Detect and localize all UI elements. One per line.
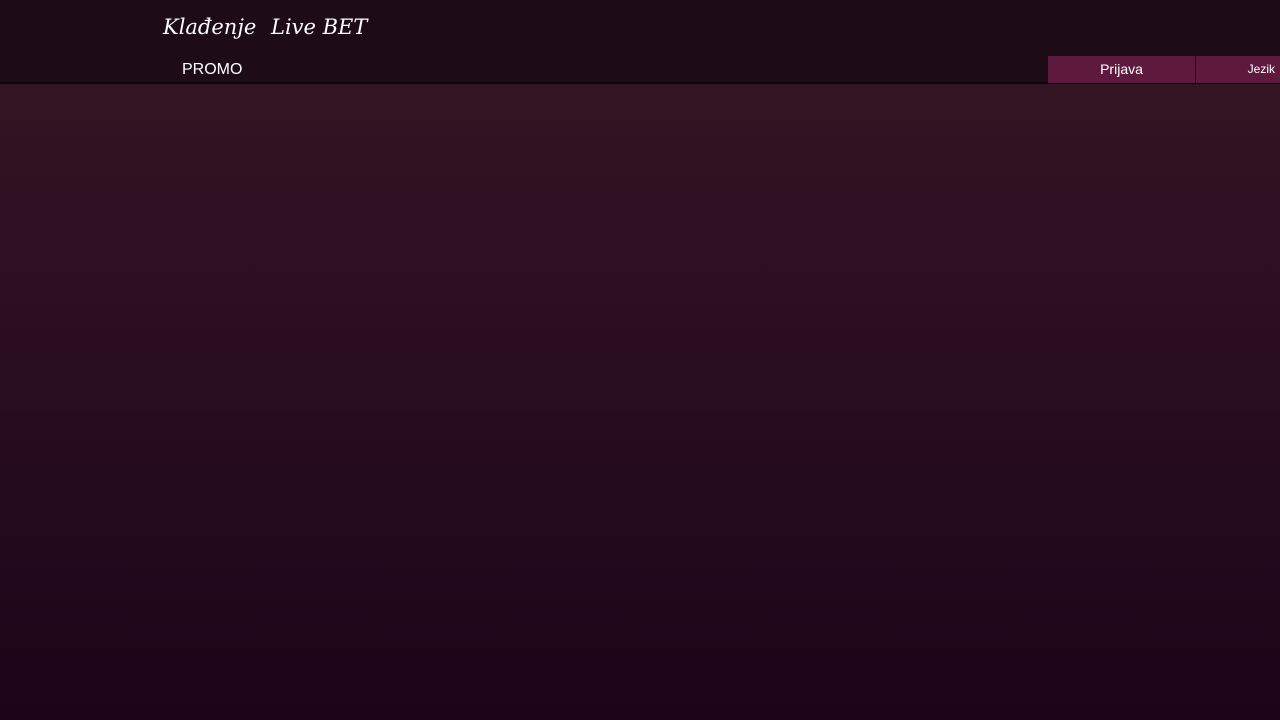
login-button[interactable]: Prijava <box>1048 56 1195 83</box>
top-navigation-bar: Klađenje Live BET PROMO Prijava Jezik <box>0 0 1280 84</box>
main-content-area <box>0 84 1280 720</box>
language-button[interactable]: Jezik <box>1196 56 1280 83</box>
nav-link-betting[interactable]: Klađenje <box>163 12 256 42</box>
nav-link-live-bet[interactable]: Live BET <box>271 12 367 42</box>
nav-link-promo[interactable]: PROMO <box>182 60 242 80</box>
language-label: Jezik <box>1247 62 1275 76</box>
